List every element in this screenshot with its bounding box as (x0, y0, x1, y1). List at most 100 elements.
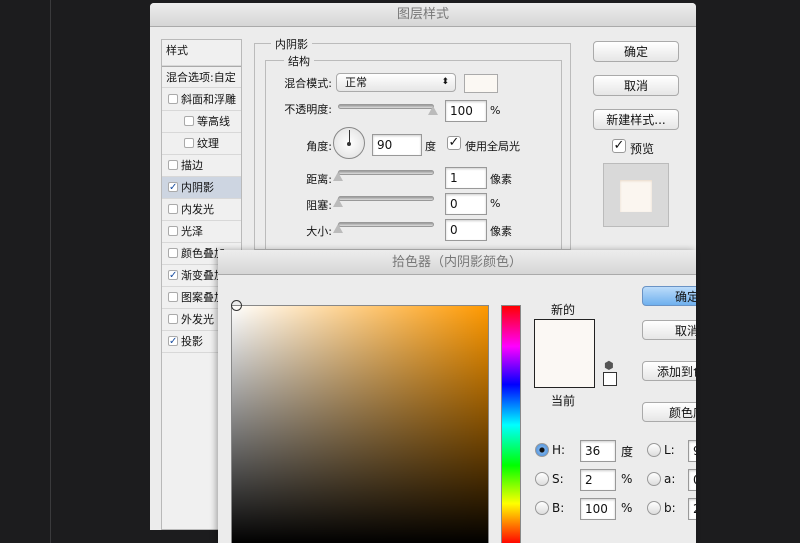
input-S[interactable]: 2 (580, 469, 616, 491)
checkbox-checked[interactable]: ✓ (168, 182, 178, 193)
web-safe-swatch[interactable] (603, 372, 617, 386)
current-label: 当前 (551, 394, 576, 408)
size-unit: 像素 (490, 225, 512, 238)
sidebar-item-label: 斜面和浮雕 (181, 93, 236, 106)
preview-swatch (620, 180, 652, 212)
choke-slider-thumb[interactable] (333, 198, 343, 207)
sidebar-item[interactable]: 纹理 (162, 133, 241, 155)
hue-slider[interactable] (501, 305, 521, 543)
new-label: 新的 (551, 303, 576, 317)
styles-header[interactable]: 样式 (162, 40, 241, 66)
sidebar-item[interactable]: 描边 (162, 155, 241, 177)
size-label: 大小: (306, 225, 332, 238)
choke-unit: % (490, 197, 501, 210)
cancel-button[interactable]: 取消 (593, 75, 679, 96)
color-libraries-button[interactable]: 颜色库 (642, 402, 696, 422)
size-slider[interactable] (338, 222, 434, 227)
choke-slider[interactable] (338, 196, 434, 201)
add-to-swatches-button[interactable]: 添加到色板 (642, 361, 696, 381)
label-B: B: (552, 501, 565, 515)
opacity-slider-thumb[interactable] (428, 106, 438, 115)
checkbox[interactable] (184, 138, 194, 148)
section-title: 内阴影 (271, 36, 312, 52)
choke-input[interactable]: 0 (445, 193, 487, 215)
size-input[interactable]: 0 (445, 219, 487, 241)
checkbox-checked[interactable]: ✓ (168, 336, 178, 347)
background-divider (50, 0, 51, 543)
unit-B: % (621, 501, 633, 515)
radio-S[interactable] (535, 472, 549, 486)
checkbox[interactable] (168, 314, 178, 324)
radio-b[interactable] (647, 501, 661, 515)
opacity-slider[interactable] (338, 104, 434, 109)
input-H[interactable]: 36 (580, 440, 616, 462)
label-S: S: (552, 472, 564, 486)
updown-icon: ⬍ (441, 77, 449, 87)
preview-checkbox[interactable]: ✓ (612, 139, 626, 153)
global-light-label: 使用全局光 (465, 140, 520, 153)
sidebar-item-label: 纹理 (197, 137, 219, 150)
dialog-title: 图层样式 (150, 3, 696, 27)
global-light-checkbox[interactable]: ✓ (447, 136, 461, 150)
picker-cancel-button[interactable]: 取消 (642, 320, 696, 340)
distance-slider[interactable] (338, 170, 434, 175)
input-b[interactable]: 2 (688, 498, 696, 520)
distance-input[interactable]: 1 (445, 167, 487, 189)
checkbox[interactable] (168, 248, 178, 258)
label-b: b: (664, 501, 676, 515)
checkbox[interactable] (168, 160, 178, 170)
opacity-label: 不透明度: (284, 103, 332, 116)
color-picker-dialog: 拾色器（内阴影颜色） 新的 当前 ⬢ 确定 取消 添加到色板 颜色库 H: 36… (218, 250, 696, 543)
checkbox[interactable] (168, 204, 178, 214)
preview-label: 预览 (630, 142, 655, 156)
radio-L[interactable] (647, 443, 661, 457)
blend-options[interactable]: 混合选项:自定 (162, 66, 241, 88)
shadow-color-swatch[interactable] (464, 74, 498, 93)
ok-button[interactable]: 确定 (593, 41, 679, 62)
picker-ok-button[interactable]: 确定 (642, 286, 696, 306)
picker-title: 拾色器（内阴影颜色） (218, 250, 696, 275)
opacity-unit: % (490, 104, 501, 117)
distance-label: 距离: (306, 173, 332, 186)
checkbox[interactable] (168, 292, 178, 302)
label-a: a: (664, 472, 676, 486)
sidebar-item[interactable]: 等高线 (162, 111, 241, 133)
label-L: L: (664, 443, 675, 457)
distance-unit: 像素 (490, 173, 512, 186)
sidebar-item-label: 内发光 (181, 203, 214, 216)
cube-icon[interactable]: ⬢ (604, 359, 614, 372)
sidebar-item[interactable]: 内发光 (162, 199, 241, 221)
blend-mode-select[interactable]: 正常 ⬍ (336, 73, 456, 92)
input-B[interactable]: 100 (580, 498, 616, 520)
unit-S: % (621, 472, 633, 486)
opacity-input[interactable]: 100 (445, 100, 487, 122)
color-field[interactable] (231, 300, 489, 543)
radio-B[interactable] (535, 501, 549, 515)
sidebar-item-label: 描边 (181, 159, 203, 172)
input-a[interactable]: 0 (688, 469, 696, 491)
sidebar-item[interactable]: 光泽 (162, 221, 241, 243)
checkbox[interactable] (184, 116, 194, 126)
angle-label: 角度: (306, 140, 332, 153)
sidebar-item-label: 外发光 (181, 313, 214, 326)
checkbox[interactable] (168, 94, 178, 104)
blend-mode-value: 正常 (345, 76, 367, 89)
checkbox[interactable] (168, 226, 178, 236)
input-L[interactable]: 9 (688, 440, 696, 462)
new-color-swatch (534, 319, 595, 388)
new-style-button[interactable]: 新建样式... (593, 109, 679, 130)
unit-H: 度 (621, 445, 634, 459)
checkbox-checked[interactable]: ✓ (168, 270, 178, 281)
angle-dial[interactable] (333, 127, 365, 159)
sidebar-item[interactable]: 斜面和浮雕 (162, 89, 241, 111)
label-H: H: (552, 443, 566, 457)
radio-H[interactable] (535, 443, 549, 457)
size-slider-thumb[interactable] (333, 224, 343, 233)
sidebar-item-label: 投影 (181, 335, 203, 348)
radio-a[interactable] (647, 472, 661, 486)
distance-slider-thumb[interactable] (333, 172, 343, 181)
choke-label: 阻塞: (306, 199, 332, 212)
color-field-cursor[interactable] (231, 300, 242, 311)
sidebar-item[interactable]: ✓ 内阴影 (162, 177, 241, 199)
angle-input[interactable]: 90 (372, 134, 422, 156)
